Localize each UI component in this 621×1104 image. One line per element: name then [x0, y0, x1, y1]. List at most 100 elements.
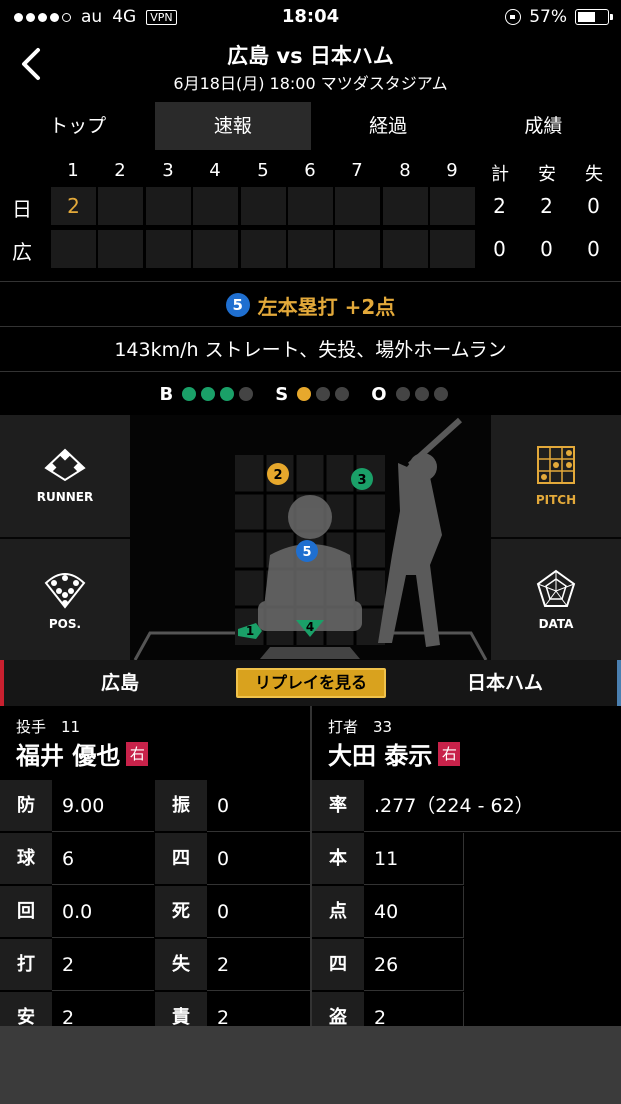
team-abbrev: 広 [12, 240, 32, 264]
game-info: 6月18日(月) 18:00 マツダスタジアム [173, 74, 448, 93]
inning-header: 1 [67, 160, 79, 181]
inning-score [430, 230, 475, 268]
fielder-positions-icon [44, 573, 86, 609]
tab-stats[interactable]: 成績 [466, 102, 621, 150]
pitcher-role: 投手 11 [16, 718, 81, 736]
home-team-name: 広島 [100, 672, 139, 694]
diamond-icon [44, 448, 86, 482]
total-runs: 2 [493, 194, 506, 218]
inning-header: 4 [209, 160, 221, 181]
inning-score [51, 230, 96, 268]
tab-bar: トップ 速報 経過 成績 [0, 102, 621, 150]
total-hits: 2 [540, 194, 553, 218]
inning-score [98, 230, 143, 268]
hits-header: 安 [538, 164, 556, 185]
out-indicator [414, 387, 429, 401]
stat-key: 本 [312, 833, 364, 885]
away-color-strip [617, 660, 621, 706]
inning-header: 6 [304, 160, 316, 181]
stat-value: 2 [52, 939, 154, 991]
stat-key: 打 [0, 939, 52, 991]
inning-header: 2 [114, 160, 126, 181]
inning-score [98, 187, 143, 225]
status-right: 57% [505, 7, 613, 27]
inning-score [383, 187, 428, 225]
strikes-count: S [275, 383, 350, 405]
outs-count: O [371, 383, 448, 405]
stat-key: 失 [155, 939, 207, 991]
tab-live[interactable]: 速報 [155, 102, 311, 150]
scoreboard-header: 1 2 3 4 5 6 7 8 9 計 安 失 [0, 160, 621, 186]
play-result: 5 左本塁打 +2点 [0, 285, 621, 325]
inning-score [288, 187, 333, 225]
data-label: DATA [538, 617, 574, 631]
runner-label: RUNNER [36, 490, 94, 504]
total-errors: 0 [587, 237, 600, 261]
inning-score [241, 187, 286, 225]
ball-indicator [201, 387, 216, 401]
total-errors: 0 [587, 194, 600, 218]
divider [0, 281, 621, 282]
pitch-label: PITCH [535, 493, 577, 507]
inning-score: 2 [51, 187, 96, 225]
position-button[interactable]: POS. [0, 539, 130, 661]
inning-header: 3 [162, 160, 174, 181]
inning-score [335, 187, 380, 225]
page-title: 広島 vs 日本ハム [227, 44, 394, 68]
stat-key: 四 [312, 939, 364, 991]
position-label: POS. [48, 617, 82, 631]
strike-zone-view: 2 3 5 1 4 [133, 417, 488, 660]
pitch-button[interactable]: PITCH [491, 415, 621, 537]
ball-indicator [182, 387, 197, 401]
replay-button[interactable]: リプレイを見る [236, 668, 386, 698]
bottom-area [0, 1026, 621, 1104]
radar-chart-icon [536, 569, 576, 607]
inning-score [383, 230, 428, 268]
status-bar: au 4G VPN 18:04 57% [0, 0, 621, 34]
pitcher-hand-badge: 右 [126, 741, 149, 766]
svg-text:1: 1 [246, 624, 254, 638]
stat-value: 0 [207, 780, 310, 832]
strikes-label: S [275, 383, 289, 405]
inning-score [193, 230, 238, 268]
stat-value: .277（224 - 62） [364, 780, 621, 832]
inning-score [193, 187, 238, 225]
stat-value: 6 [52, 833, 154, 885]
inning-header: 9 [446, 160, 458, 181]
away-team-name: 日本ハム [466, 672, 543, 694]
stat-value: 26 [364, 939, 464, 991]
outs-label: O [371, 383, 387, 405]
pitcher-name: 福井 優也 [16, 742, 121, 770]
divider [0, 371, 621, 372]
inning-score [241, 230, 286, 268]
score-row-home: 広 0 0 0 [0, 230, 621, 268]
play-description: 143km/h ストレート、失投、場外ホームラン [114, 339, 507, 361]
strike-indicator [297, 387, 312, 401]
errors-header: 失 [585, 164, 603, 185]
stat-value: 0 [207, 833, 310, 885]
batter-role: 打者 33 [328, 718, 393, 736]
stat-key: 球 [0, 833, 52, 885]
batter-name: 大田 泰示 [328, 742, 433, 770]
stat-key: 率 [312, 780, 364, 832]
runner-button[interactable]: RUNNER [0, 415, 130, 537]
pitcher-name-row: 福井 優也 右 [16, 736, 149, 771]
stat-value: 9.00 [52, 780, 154, 832]
inning-score [146, 187, 191, 225]
svg-text:4: 4 [306, 620, 314, 634]
team-abbrev: 日 [12, 197, 32, 221]
stat-key: 死 [155, 886, 207, 938]
out-indicator [433, 387, 448, 401]
data-button[interactable]: DATA [491, 539, 621, 661]
batter-hand-badge: 右 [438, 741, 461, 766]
balls-label: B [159, 383, 174, 405]
tab-top[interactable]: トップ [0, 102, 155, 150]
inning-header: 7 [351, 160, 363, 181]
stat-key: 四 [155, 833, 207, 885]
tab-progress[interactable]: 経過 [311, 102, 466, 150]
ball-count: B S O [0, 376, 621, 412]
total-runs-header: 計 [491, 164, 509, 185]
play-result-text: 左本塁打 +2点 [257, 294, 396, 319]
total-hits: 0 [540, 237, 553, 261]
stat-key: 振 [155, 780, 207, 832]
